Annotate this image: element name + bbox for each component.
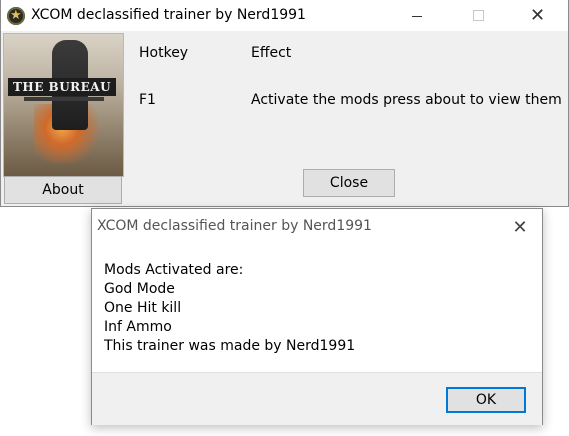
close-icon: ✕	[529, 5, 546, 26]
dialog-footer: OK	[92, 372, 542, 425]
window-title: XCOM declassified trainer by Nerd1991	[31, 7, 306, 23]
close-window-button[interactable]: ✕	[515, 0, 560, 31]
dialog-close-button[interactable]: ✕	[500, 214, 540, 240]
effect-cell: Activate the mods press about to view th…	[251, 92, 562, 108]
message-line: This trainer was made by Nerd1991	[104, 338, 356, 354]
trainer-window: XCOM declassified trainer by Nerd1991 ✕ …	[0, 0, 569, 207]
message-line: Mods Activated are:	[104, 262, 244, 278]
game-cover-image: THE BUREAU	[3, 33, 124, 177]
mods-activated-dialog: XCOM declassified trainer by Nerd1991 ✕ …	[91, 208, 543, 425]
title-bar[interactable]: XCOM declassified trainer by Nerd1991 ✕	[1, 0, 568, 31]
dialog-message: Mods Activated are: God Mode One Hit kil…	[104, 261, 355, 356]
dialog-title: XCOM declassified trainer by Nerd1991	[97, 218, 372, 234]
message-line: God Mode	[104, 281, 175, 297]
maximize-icon	[473, 10, 484, 21]
ok-button[interactable]: OK	[446, 387, 526, 413]
maximize-button[interactable]	[456, 0, 501, 31]
close-button[interactable]: Close	[303, 169, 395, 197]
minimize-icon	[411, 16, 422, 17]
about-button[interactable]: About	[4, 176, 122, 204]
message-line: Inf Ammo	[104, 319, 172, 335]
hotkey-column-header: Hotkey	[139, 45, 189, 61]
effect-column-header: Effect	[251, 45, 292, 61]
hotkey-cell: F1	[139, 92, 156, 108]
close-icon: ✕	[512, 216, 528, 238]
message-line: One Hit kill	[104, 300, 182, 316]
star-badge-icon	[7, 7, 25, 25]
cover-logo: THE BUREAU	[8, 78, 116, 96]
minimize-button[interactable]	[394, 0, 439, 31]
